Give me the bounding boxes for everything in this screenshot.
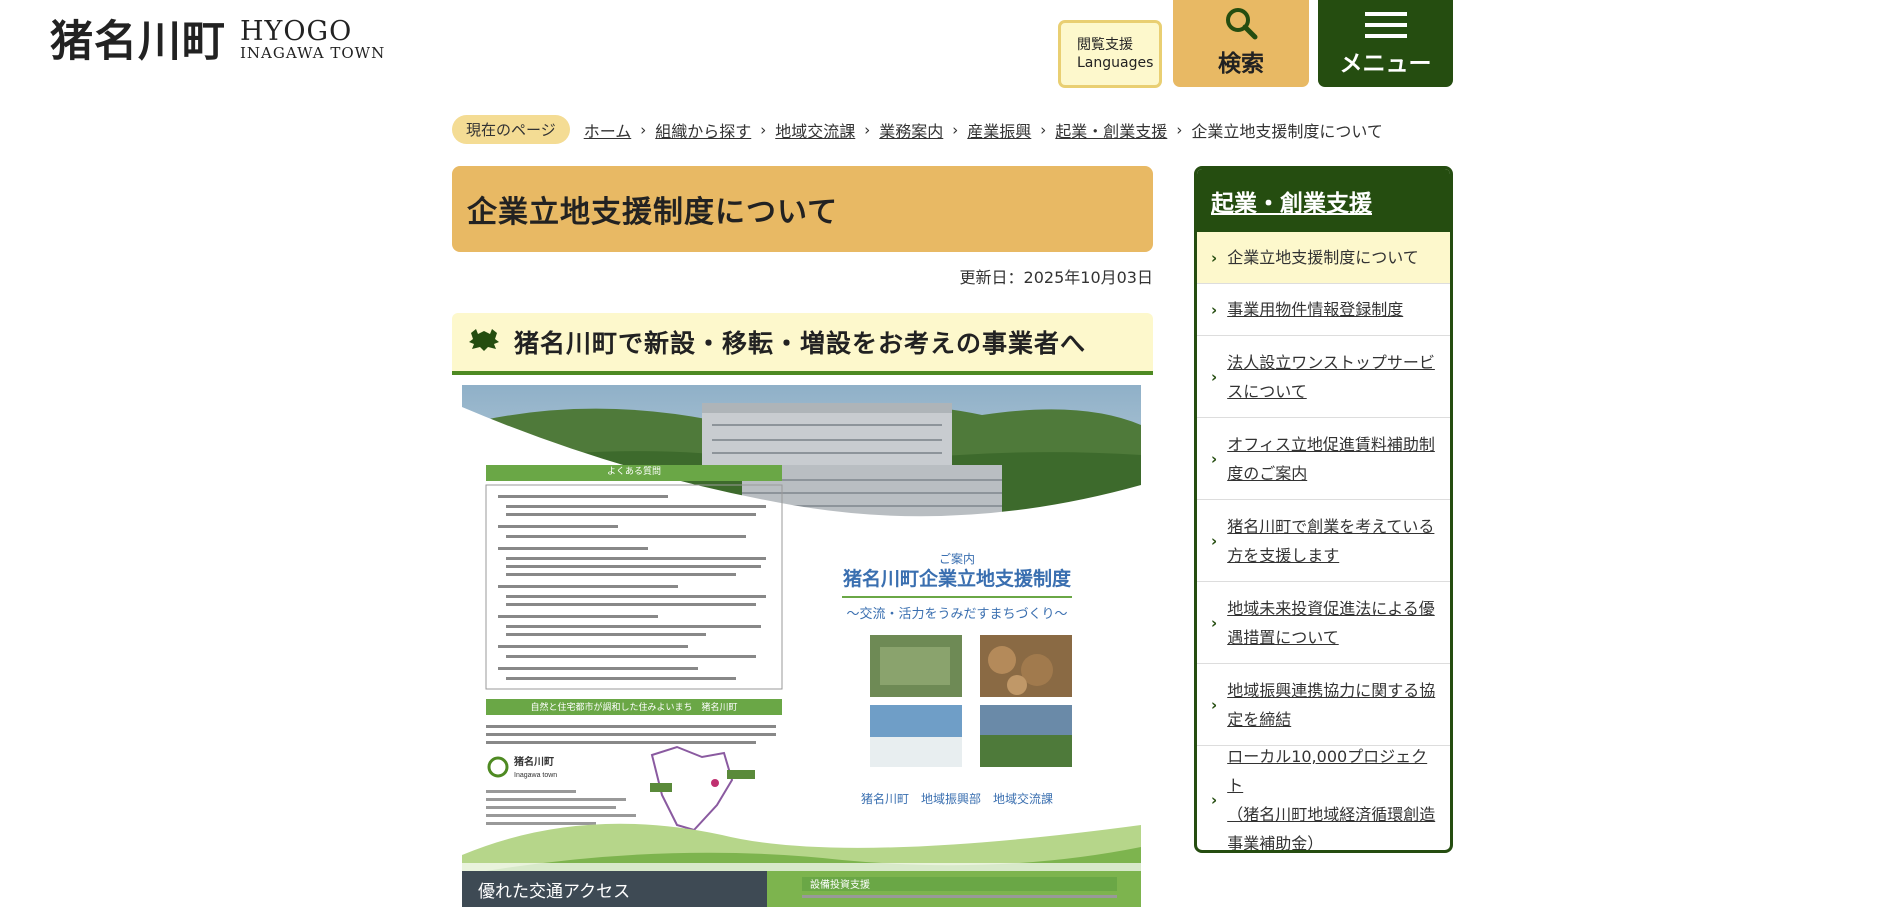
side-nav-item[interactable]: › 地域未来投資促進法による優 遇措置について [1197, 582, 1450, 664]
menu-button-label: メニュー [1339, 51, 1432, 77]
side-nav-item-label: 事業用物件情報登録制度 [1227, 300, 1404, 319]
side-nav-item[interactable]: › ローカル10,000プロジェクト （猪名川町地域経済循環創造 事業補助金） [1197, 746, 1450, 850]
flyer-graphic: ご案内 猪名川町企業立地支援制度 ～交流・活力をうみだすまちづくり～ 猪名川町 … [462, 385, 1141, 907]
breadcrumb-separator-icon: › [952, 120, 959, 139]
breadcrumb-link-home[interactable]: ホーム [584, 118, 632, 142]
languages-button[interactable]: 閲覧支援 Languages [1058, 20, 1162, 88]
side-nav-item-current[interactable]: › 企業立地支援制度について [1197, 232, 1450, 284]
breadcrumb-link-organization[interactable]: 組織から探す [655, 118, 751, 142]
side-nav-item-label: 企業立地支援制度について [1227, 248, 1419, 267]
chevron-right-icon: › [1211, 449, 1218, 468]
flyer-slogan: 自然と住宅都市が調和した住みよいまち 猪名川町 [530, 701, 737, 713]
menu-button[interactable]: メニュー [1318, 0, 1453, 87]
section-title: 猪名川町で新設・移転・増設をお考えの事業者へ [514, 329, 1087, 358]
languages-button-line1: 閲覧支援 [1077, 36, 1133, 53]
logo-latin-line1: HYOGO [240, 16, 353, 47]
logo-latin-line2: INAGAWA TOWN [240, 44, 386, 63]
flyer-bottom-right: 設備投資支援 [810, 878, 870, 891]
side-nav-header: 起業・創業支援 [1197, 169, 1450, 232]
side-nav-item-label: オフィス立地促進賃料補助制 度のご案内 [1227, 434, 1435, 483]
flyer-bottom-left: 優れた交通アクセス [478, 882, 630, 902]
breadcrumb-separator-icon: › [1176, 120, 1183, 139]
breadcrumb-link-services[interactable]: 業務案内 [879, 118, 943, 142]
page-title: 企業立地支援制度について [467, 195, 839, 230]
side-nav-item[interactable]: › 事業用物件情報登録制度 [1197, 284, 1450, 336]
boar-icon [468, 327, 500, 357]
chevron-right-icon: › [1211, 367, 1218, 386]
flyer-info-title: 猪名川町企業立地支援制度 [842, 567, 1072, 590]
updated-date: 更新日：2025年10月03日 [959, 268, 1153, 287]
side-nav-item-label: 猪名川町で創業を考えている 方を支援します [1227, 516, 1435, 565]
chevron-right-icon: › [1211, 695, 1218, 714]
chevron-right-icon: › [1211, 791, 1218, 809]
breadcrumb-current-page-label: 現在のページ [452, 115, 570, 144]
breadcrumb-separator-icon: › [640, 120, 647, 139]
languages-button-line2: Languages [1077, 55, 1154, 71]
breadcrumb: 現在のページ ホーム › 組織から探す › 地域交流課 › 業務案内 › 産業振… [452, 115, 1383, 144]
breadcrumb-separator-icon: › [864, 120, 871, 139]
chevron-right-icon: › [1211, 531, 1218, 550]
section-heading: 猪名川町で新設・移転・増設をお考えの事業者へ [452, 313, 1153, 375]
flyer-town-name: 猪名川町 [513, 755, 554, 768]
side-nav-item-label: 法人設立ワンストップサービ スについて [1227, 352, 1435, 401]
search-button[interactable]: 検索 [1173, 0, 1309, 87]
logo-kanji: 猪名川町 [50, 17, 226, 68]
flyer-info-small: ご案内 [939, 551, 975, 566]
side-nav-item-label: 地域振興連携協力に関する協 定を締結 [1227, 680, 1436, 729]
breadcrumb-link-startup[interactable]: 起業・創業支援 [1055, 118, 1167, 142]
side-nav-title[interactable]: 起業・創業支援 [1211, 184, 1372, 218]
flyer-dept: 猪名川町 地域振興部 地域交流課 [861, 791, 1053, 806]
side-nav: 起業・創業支援 › 企業立地支援制度について › 事業用物件情報登録制度 › 法… [1194, 166, 1453, 853]
logo-latin: HYOGO INAGAWA TOWN [240, 16, 386, 64]
flyer-info-sub: ～交流・活力をうみだすまちづくり～ [846, 606, 1067, 622]
page-title-box: 企業立地支援制度について [452, 166, 1153, 252]
flyer-town-latin: Inagawa town [514, 772, 557, 779]
breadcrumb-link-industry[interactable]: 産業振興 [967, 118, 1031, 142]
side-nav-item-label: ローカル10,000プロジェクト （猪名川町地域経済循環創造 事業補助金） [1227, 747, 1436, 853]
search-button-label: 検索 [1218, 51, 1264, 77]
breadcrumb-separator-icon: › [1040, 120, 1047, 139]
side-nav-item-label: 地域未来投資促進法による優 遇措置について [1227, 598, 1435, 647]
breadcrumb-link-department[interactable]: 地域交流課 [775, 118, 855, 142]
flyer-faq-heading: よくある質問 [607, 465, 661, 477]
side-nav-item[interactable]: › 猪名川町で創業を考えている 方を支援します [1197, 500, 1450, 582]
hamburger-icon [1364, 10, 1407, 40]
site-logo[interactable]: 猪名川町 HYOGO INAGAWA TOWN [50, 16, 386, 68]
side-nav-item[interactable]: › オフィス立地促進賃料補助制 度のご案内 [1197, 418, 1450, 500]
side-nav-item[interactable]: › 地域振興連携協力に関する協 定を締結 [1197, 664, 1450, 746]
chevron-right-icon: › [1211, 613, 1218, 632]
breadcrumb-separator-icon: › [760, 120, 767, 139]
breadcrumb-current: 企業立地支援制度について [1191, 121, 1383, 141]
chevron-right-icon: › [1211, 300, 1218, 319]
flyer-image: ご案内 猪名川町企業立地支援制度 ～交流・活力をうみだすまちづくり～ 猪名川町 … [462, 385, 1141, 907]
side-nav-item[interactable]: › 法人設立ワンストップサービ スについて [1197, 336, 1450, 418]
search-icon [1224, 6, 1258, 40]
chevron-right-icon: › [1211, 248, 1218, 267]
